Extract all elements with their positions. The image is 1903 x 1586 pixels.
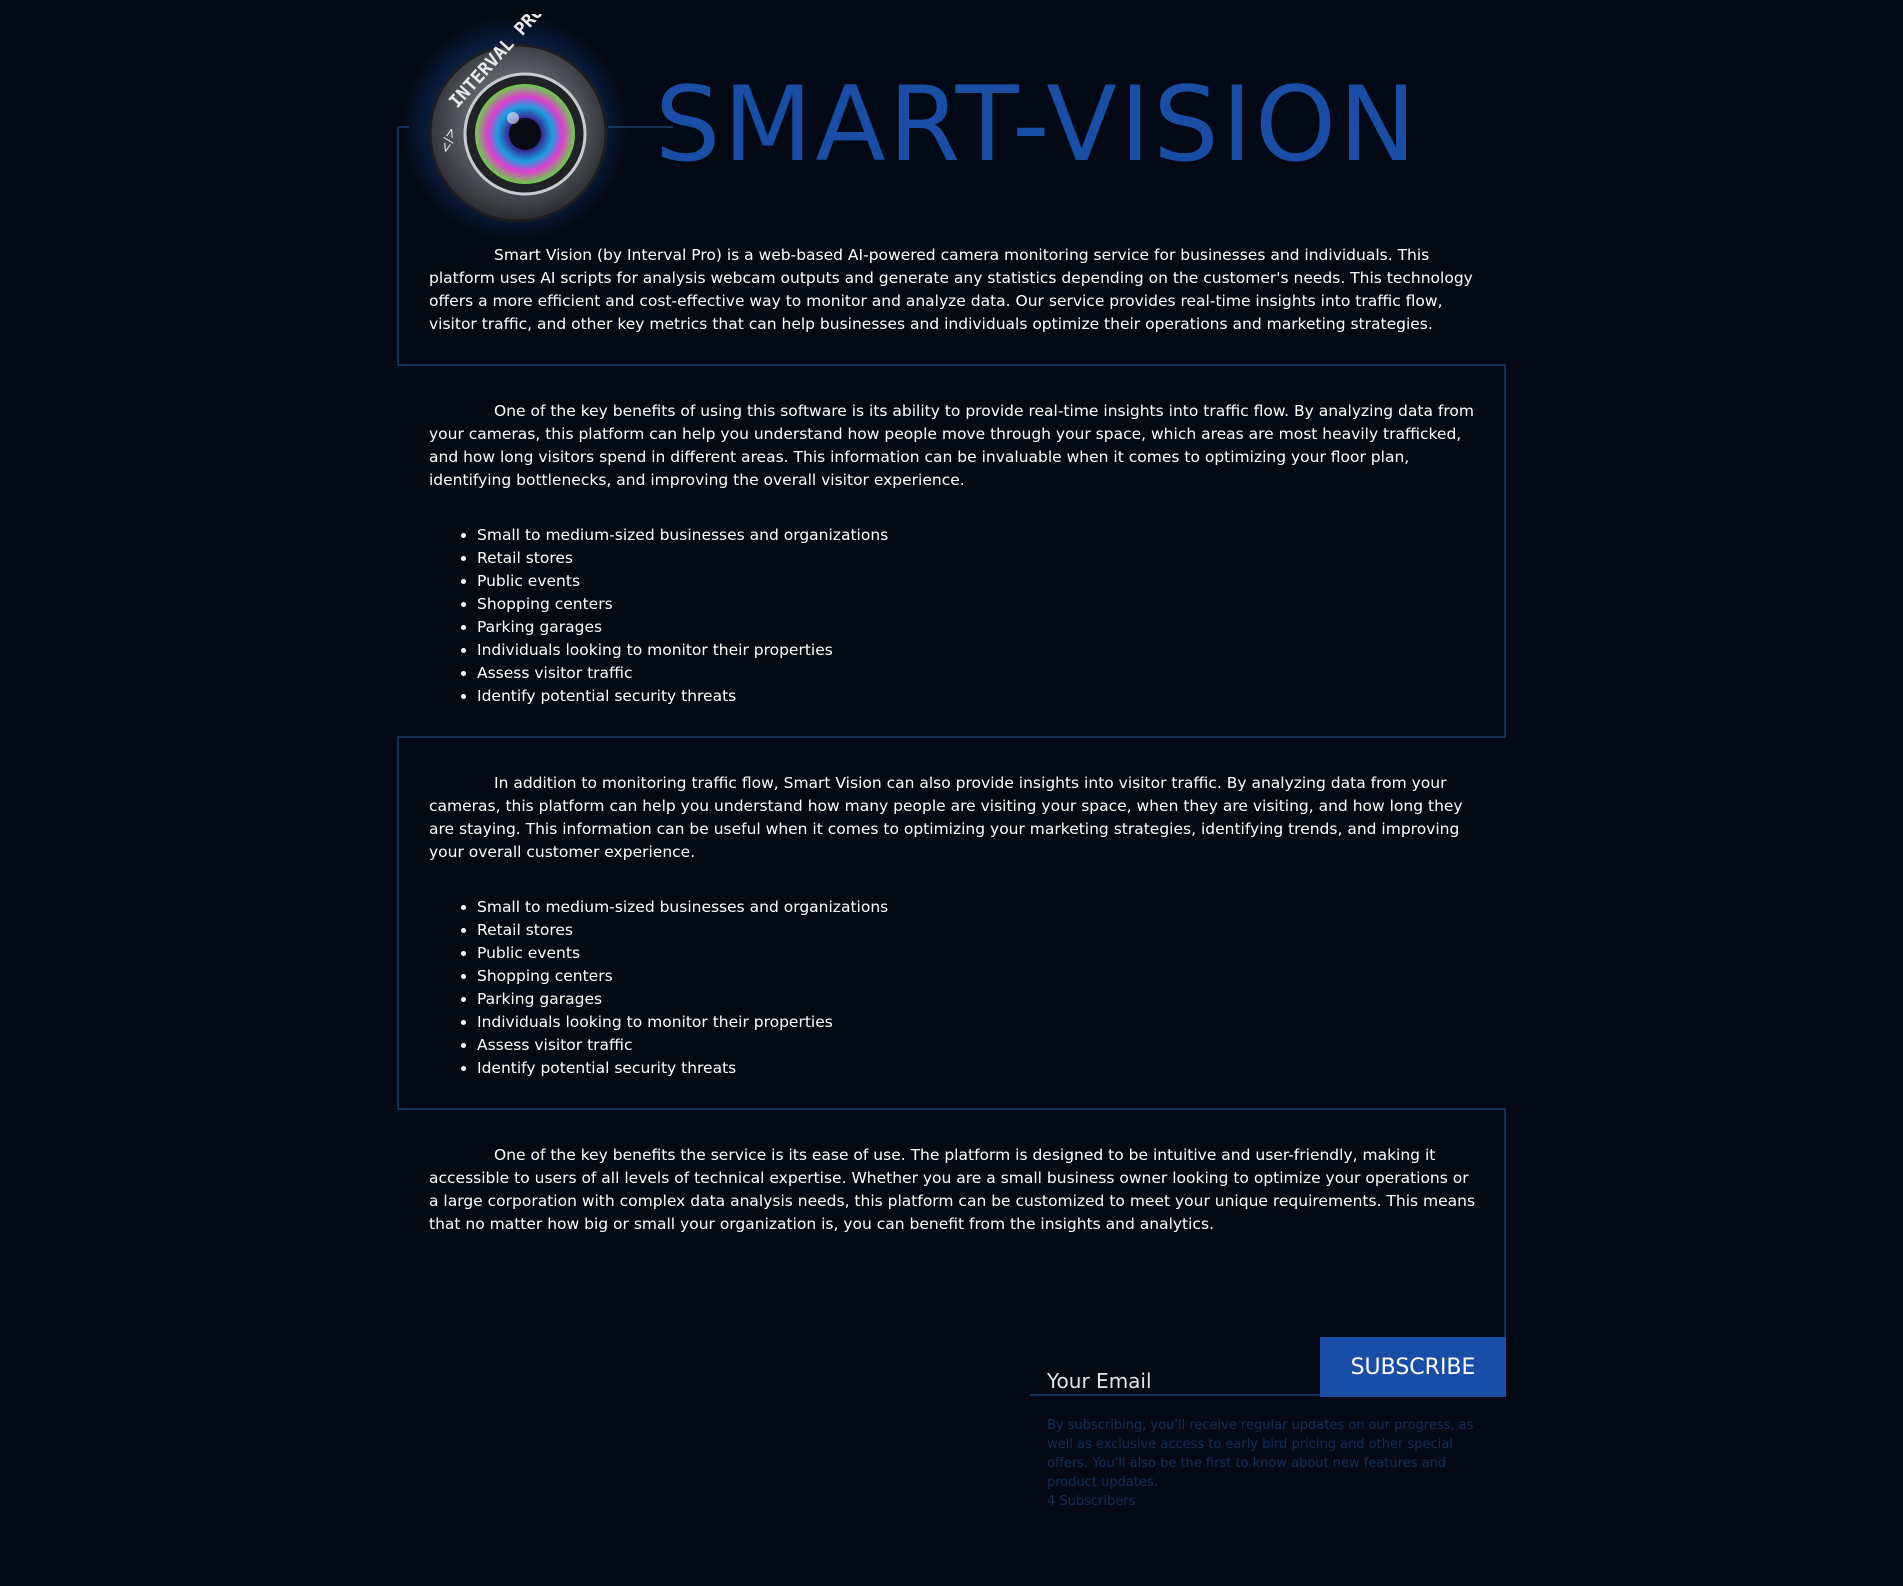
page-title: SMART-VISION bbox=[655, 65, 1420, 185]
frame-line-divider-1 bbox=[397, 364, 1506, 366]
frame-line-divider-3 bbox=[397, 1108, 1506, 1110]
list-item: Individuals looking to monitor their pro… bbox=[477, 639, 1479, 662]
interval-pro-logo: </> INTERVAL PRO bbox=[401, 14, 629, 242]
section-3-paragraph: In addition to monitoring traffic flow, … bbox=[429, 774, 1463, 861]
list-item: Shopping centers bbox=[477, 965, 1479, 988]
list-item: Shopping centers bbox=[477, 593, 1479, 616]
subscribe-note: By subscribing, you'll receive regular u… bbox=[1047, 1416, 1487, 1511]
section-1-paragraph: Smart Vision (by Interval Pro) is a web-… bbox=[429, 246, 1473, 333]
content-section-4: One of the key benefits the service is i… bbox=[429, 1144, 1479, 1236]
section-2-paragraph: One of the key benefits of using this so… bbox=[429, 402, 1474, 489]
frame-line-divider-2 bbox=[397, 736, 1506, 738]
list-item: Identify potential security threats bbox=[477, 1057, 1479, 1080]
list-item: Retail stores bbox=[477, 547, 1479, 570]
frame-line-right-2 bbox=[1504, 364, 1506, 738]
content-section-3: In addition to monitoring traffic flow, … bbox=[429, 772, 1479, 1080]
list-item: Parking garages bbox=[477, 616, 1479, 639]
list-item: Small to medium-sized businesses and org… bbox=[477, 524, 1479, 547]
frame-line-left-3 bbox=[397, 736, 399, 1110]
camera-lens-icon: </> INTERVAL PRO bbox=[428, 14, 608, 223]
list-item: Parking garages bbox=[477, 988, 1479, 1011]
list-item: Assess visitor traffic bbox=[477, 662, 1479, 685]
content-section-1: Smart Vision (by Interval Pro) is a web-… bbox=[429, 244, 1479, 336]
list-item: Small to medium-sized businesses and org… bbox=[477, 896, 1479, 919]
subscribe-button[interactable]: SUBSCRIBE bbox=[1320, 1337, 1506, 1397]
frame-line-left-1 bbox=[397, 126, 399, 366]
email-input[interactable] bbox=[1030, 1360, 1320, 1394]
section-2-list: Small to medium-sized businesses and org… bbox=[429, 524, 1479, 708]
section-4-paragraph: One of the key benefits the service is i… bbox=[429, 1146, 1476, 1233]
subscribe-note-text: By subscribing, you'll receive regular u… bbox=[1047, 1418, 1474, 1490]
list-item: Identify potential security threats bbox=[477, 685, 1479, 708]
content-section-2: One of the key benefits of using this so… bbox=[429, 400, 1479, 708]
list-item: Public events bbox=[477, 570, 1479, 593]
list-item: Individuals looking to monitor their pro… bbox=[477, 1011, 1479, 1034]
list-item: Assess visitor traffic bbox=[477, 1034, 1479, 1057]
list-item: Retail stores bbox=[477, 919, 1479, 942]
subscriber-count: 4 Subscribers bbox=[1047, 1494, 1136, 1509]
list-item: Public events bbox=[477, 942, 1479, 965]
email-field-wrapper bbox=[1030, 1360, 1320, 1396]
section-3-list: Small to medium-sized businesses and org… bbox=[429, 896, 1479, 1080]
frame-line-right-4 bbox=[1504, 1108, 1506, 1338]
